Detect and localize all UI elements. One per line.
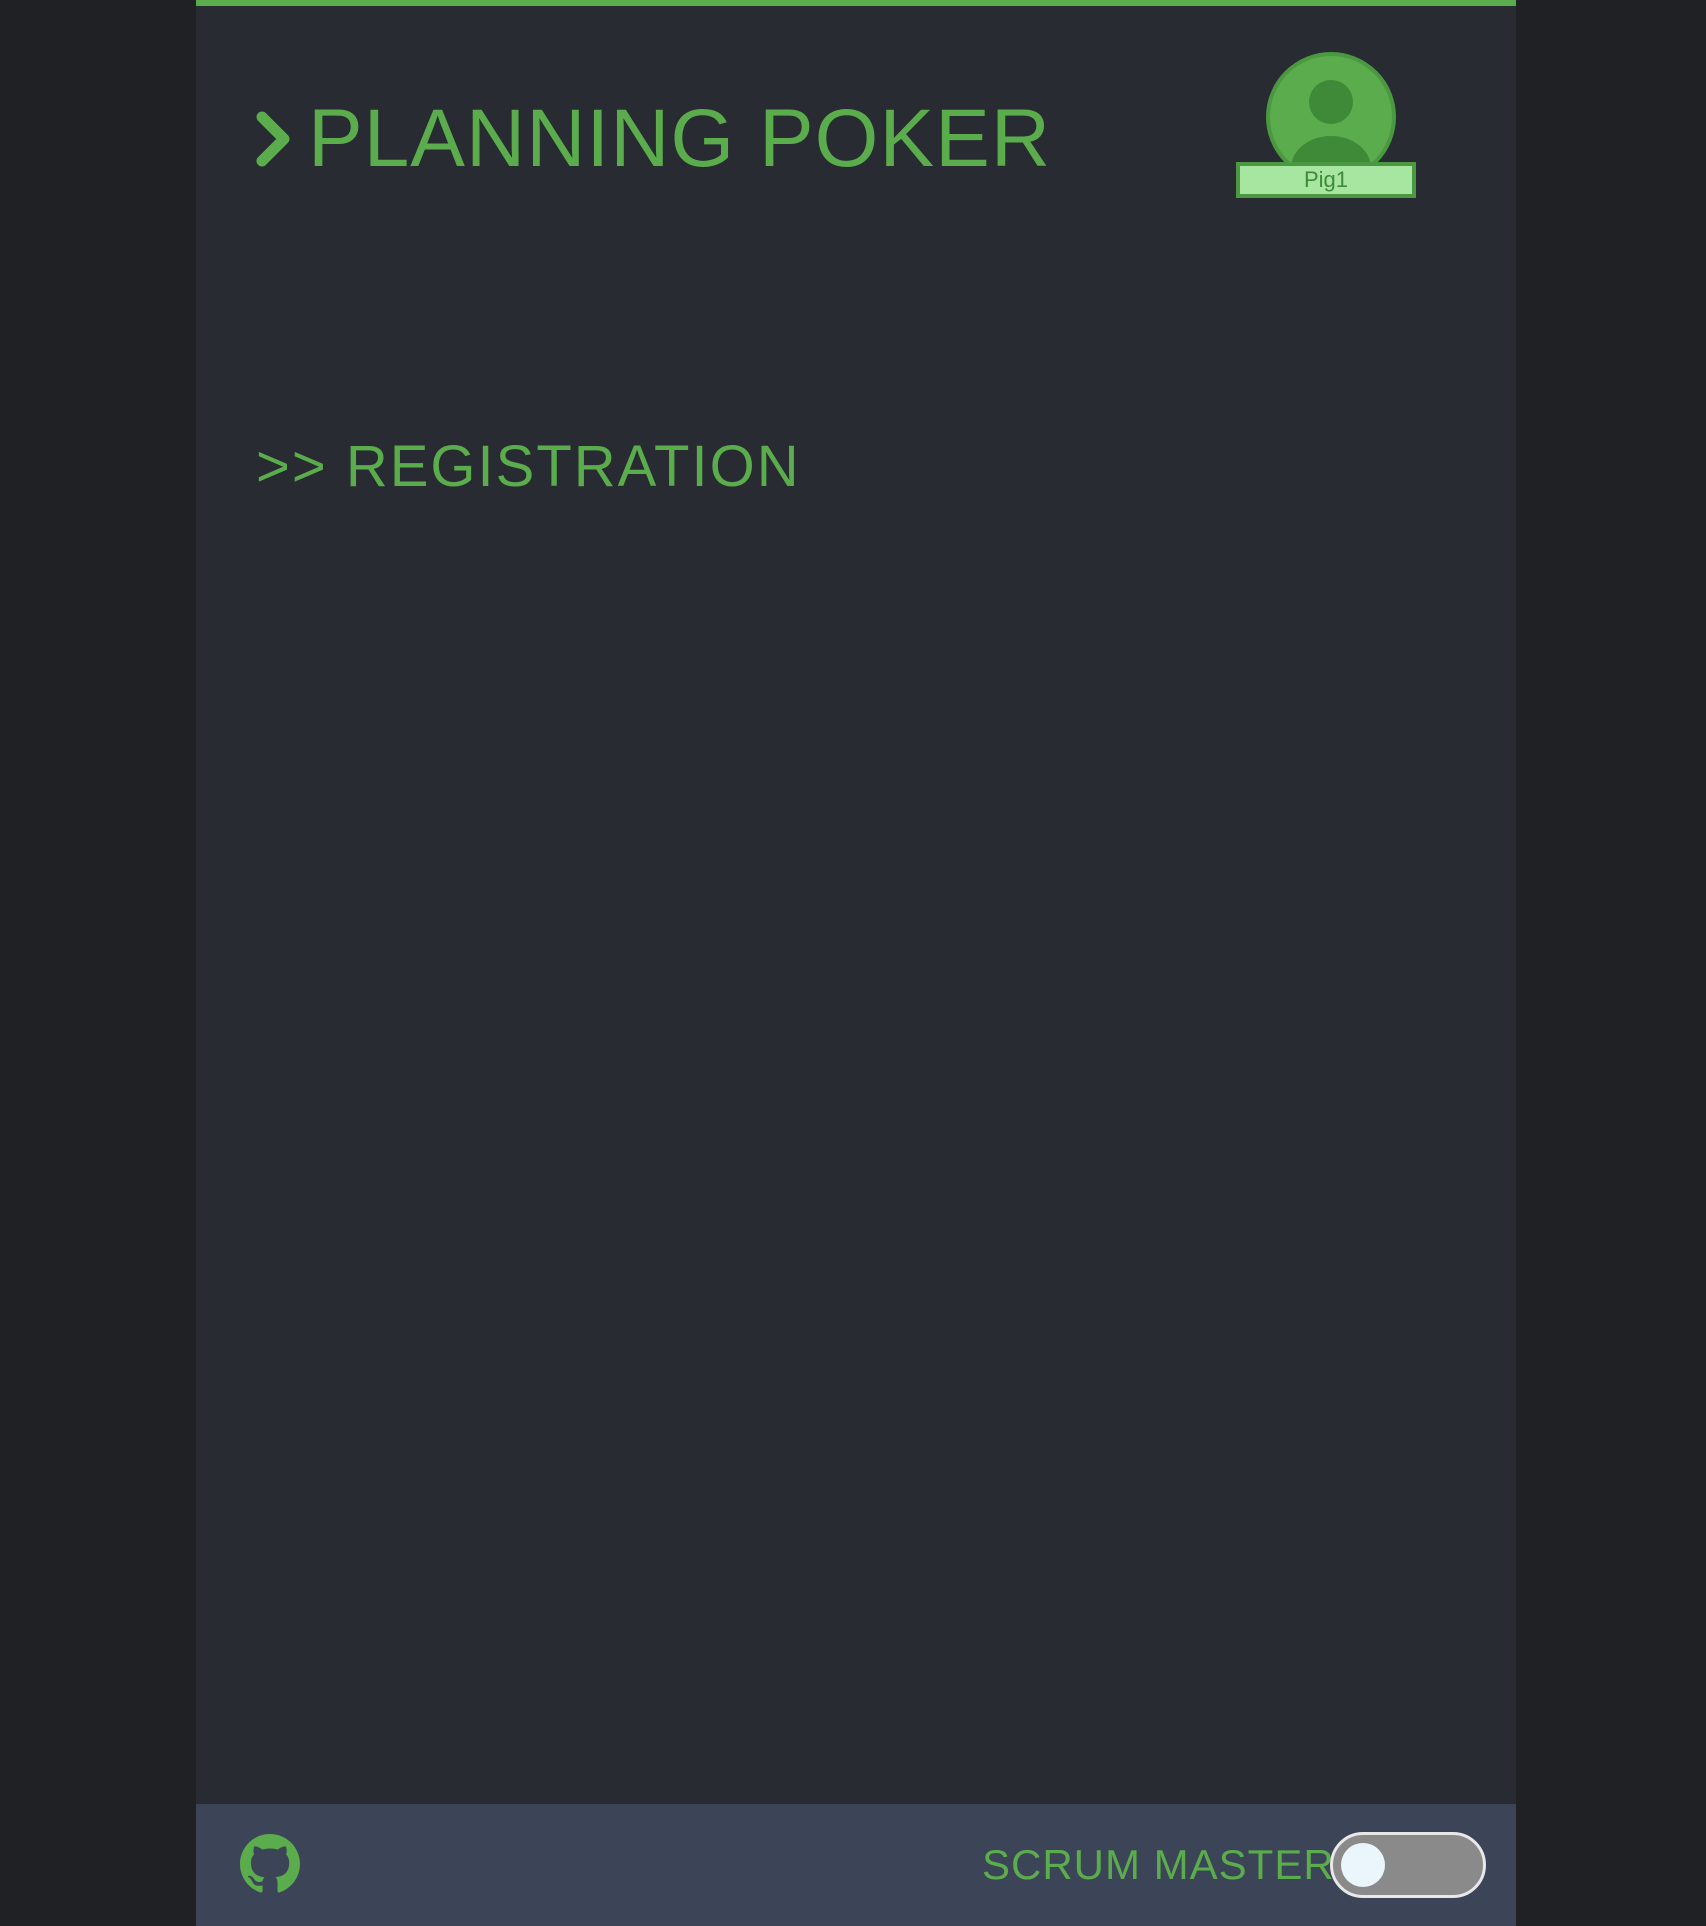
page-title: PLANNING POKER [254, 94, 1051, 184]
chevron-right-icon [254, 109, 294, 169]
user-avatar-badge[interactable]: Pig1 [1236, 52, 1426, 202]
app-container: PLANNING POKER Pig1 >> REGISTRATION SCRU… [196, 0, 1516, 1926]
user-icon [1291, 80, 1371, 178]
github-icon[interactable] [240, 1834, 300, 1894]
page-title-text: PLANNING POKER [308, 93, 1052, 184]
footer: SCRUM MASTER [196, 1804, 1516, 1926]
scrum-master-label: SCRUM MASTER [982, 1841, 1335, 1888]
registration-heading: >> REGISTRATION [256, 434, 801, 499]
scrum-master-toggle[interactable] [1330, 1832, 1486, 1898]
user-name-label: Pig1 [1236, 162, 1416, 198]
toggle-knob[interactable] [1341, 1843, 1385, 1887]
